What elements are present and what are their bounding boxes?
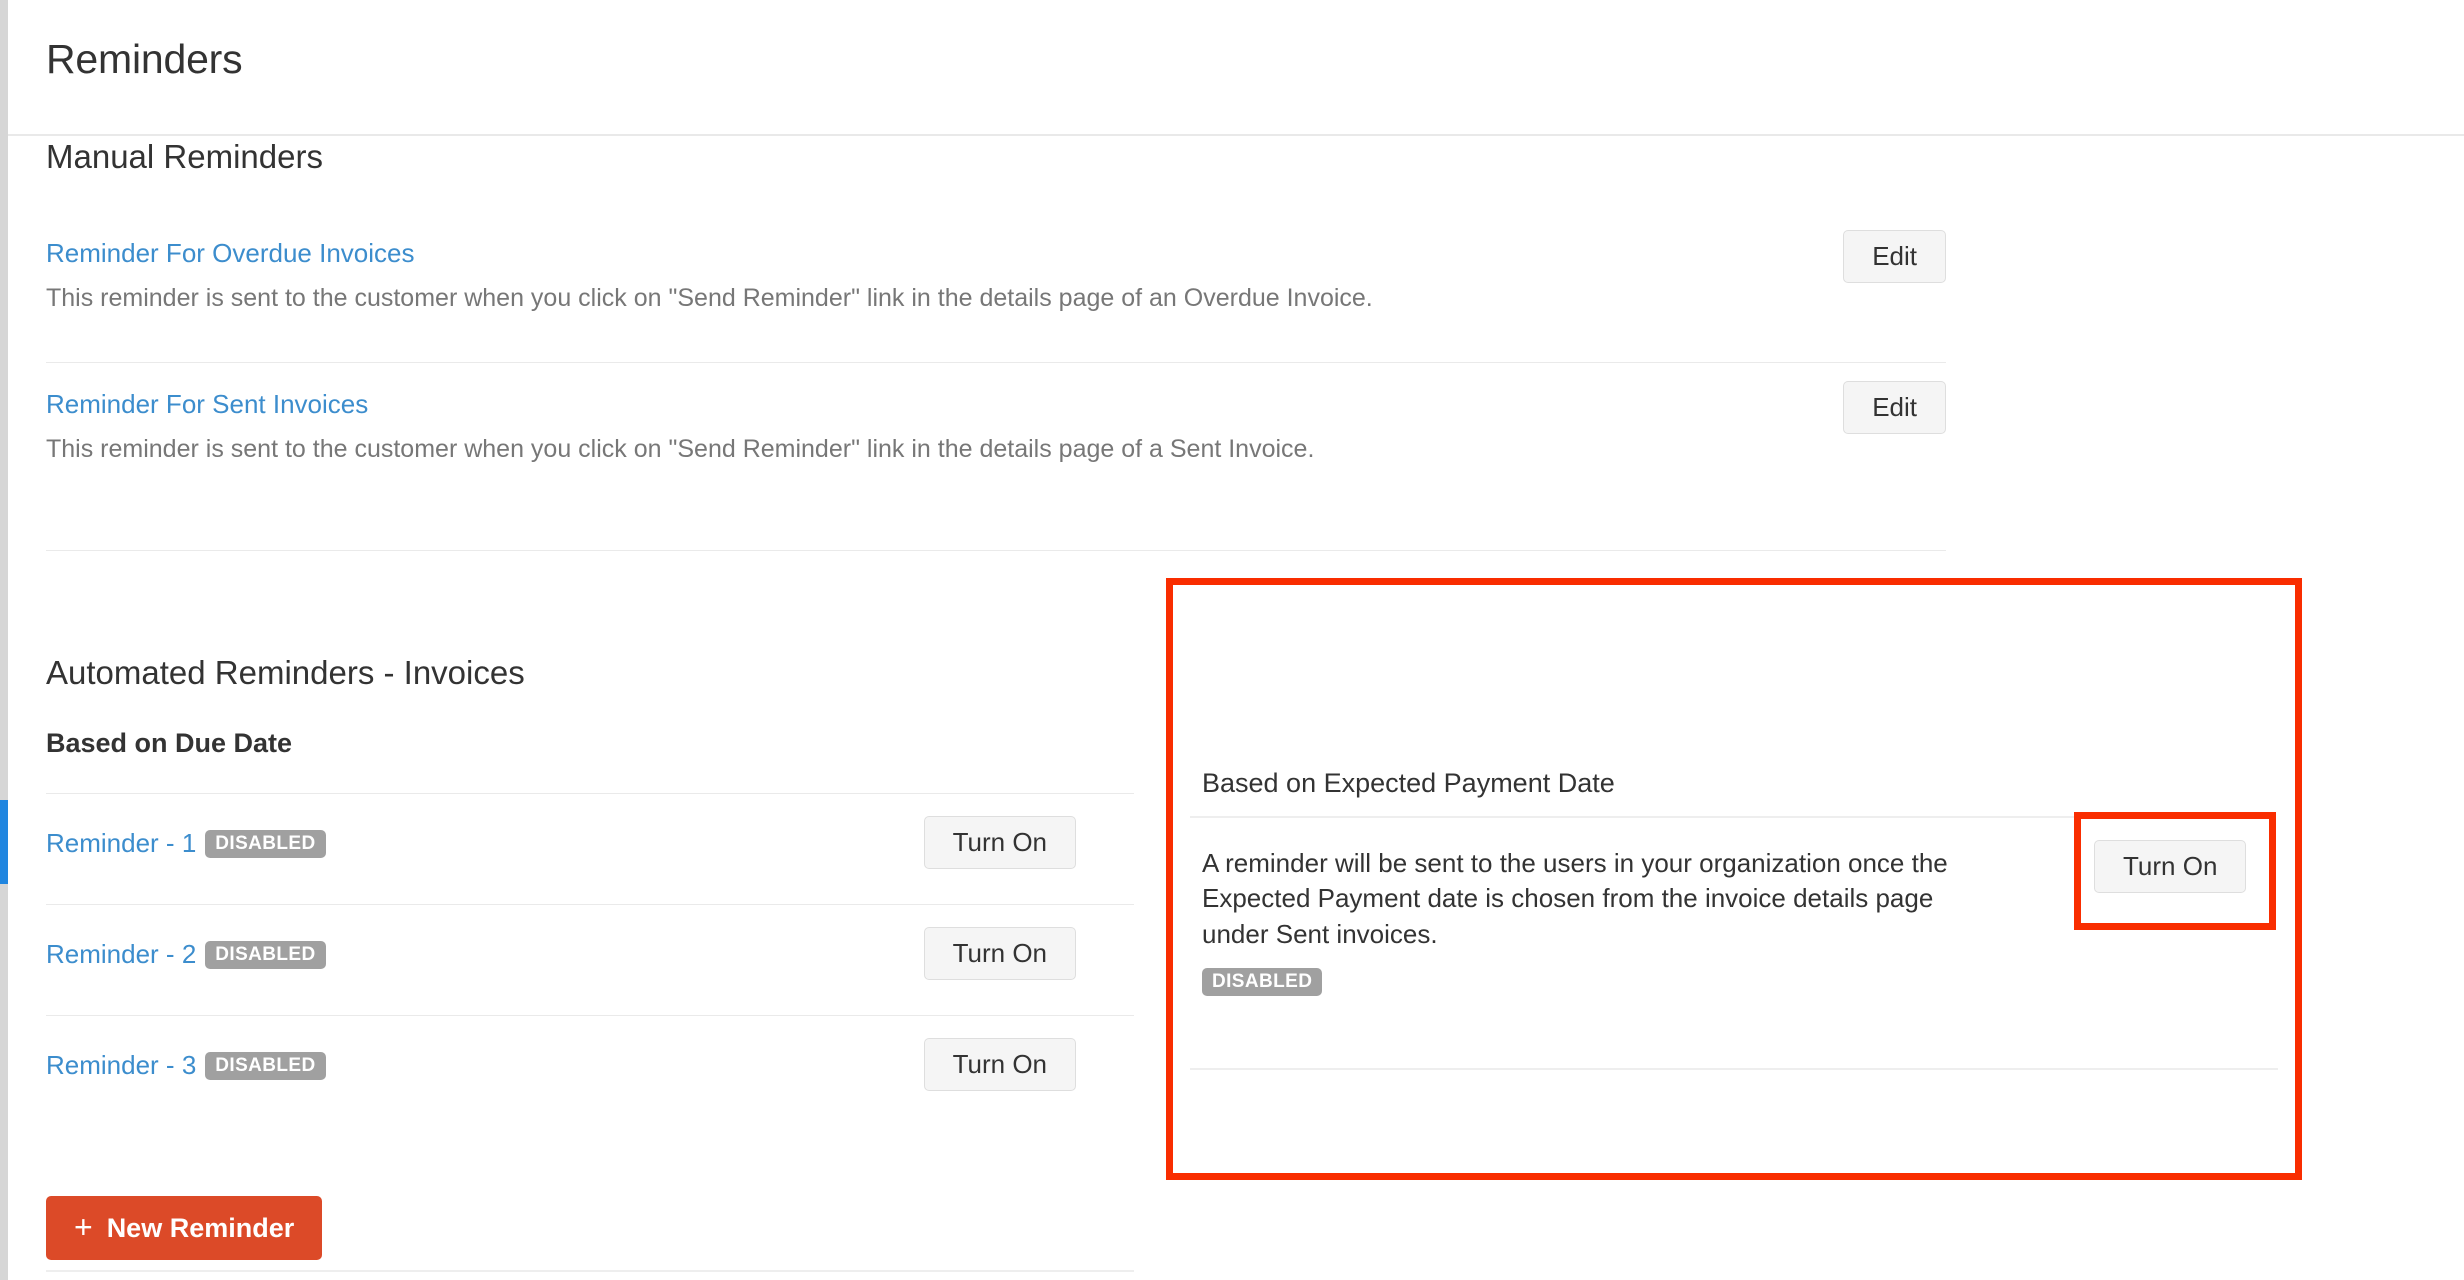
automated-reminders-list: Reminder - 1 DISABLED Turn On Reminder -… [46,793,1134,1126]
reminder-row-3: Reminder - 3 DISABLED Turn On [46,1015,1134,1126]
automated-reminders-heading: Automated Reminders - Invoices [46,654,525,691]
reminder-row-1: Reminder - 1 DISABLED Turn On [46,793,1134,904]
edit-button-overdue-wrap: Edit [1843,230,1946,283]
reminder-link-3[interactable]: Reminder - 3 [46,1050,196,1081]
expected-payment-status-wrap: DISABLED [1202,968,1323,996]
expected-payment-description: A reminder will be sent to the users in … [1202,848,1948,949]
new-reminder-button-label: New Reminder [106,1212,295,1243]
expected-payment-divider-bottom [1190,1068,2278,1070]
expected-payment-divider-top [1190,816,2230,818]
manual-reminder-description-sent: This reminder is sent to the customer wh… [46,435,1315,463]
automated-section-bottom-divider [46,1270,1134,1272]
reminder-row-2: Reminder - 2 DISABLED Turn On [46,904,1134,1015]
manual-section-divider [46,550,1946,551]
status-badge-reminder-3: DISABLED [205,1051,326,1080]
turn-on-button-1-wrap: Turn On [923,816,1076,869]
manual-reminder-row-sent: Reminder For Sent Invoices This reminder… [46,362,1946,513]
page-scrollbar-track[interactable] [0,0,8,1280]
status-badge-reminder-2: DISABLED [205,940,326,969]
manual-reminder-link-overdue[interactable]: Reminder For Overdue Invoices [46,238,414,269]
reminders-settings-page: Reminders Manual Reminders Reminder For … [0,0,2464,1280]
new-reminder-button[interactable]: + New Reminder [46,1196,323,1260]
reminder-row-2-label-group: Reminder - 2 DISABLED [46,939,326,970]
reminder-link-1[interactable]: Reminder - 1 [46,828,196,859]
plus-icon: + [74,1209,93,1245]
edit-button-sent[interactable]: Edit [1843,381,1946,434]
reminder-row-3-label-group: Reminder - 3 DISABLED [46,1050,326,1081]
turn-on-button-2-wrap: Turn On [923,927,1076,980]
turn-on-button-expected-payment[interactable]: Turn On [2094,840,2247,893]
edit-button-overdue[interactable]: Edit [1843,230,1946,283]
based-on-expected-payment-date-heading: Based on Expected Payment Date [1202,768,1615,798]
expected-payment-date-panel: Based on Expected Payment Date A reminde… [1166,578,2302,1180]
page-scrollbar-thumb[interactable] [0,800,8,884]
manual-reminder-description-overdue: This reminder is sent to the customer wh… [46,284,1373,312]
page-content: Manual Reminders Reminder For Overdue In… [8,138,2464,1280]
edit-button-sent-wrap: Edit [1843,381,1946,434]
status-badge-expected-payment: DISABLED [1202,968,1323,996]
turn-on-button-3-wrap: Turn On [923,1038,1076,1091]
turn-on-button-reminder-3[interactable]: Turn On [923,1038,1076,1091]
turn-on-button-reminder-2[interactable]: Turn On [923,927,1076,980]
turn-on-button-reminder-1[interactable]: Turn On [923,816,1076,869]
reminder-link-2[interactable]: Reminder - 2 [46,939,196,970]
status-badge-reminder-1: DISABLED [205,829,326,858]
manual-reminders-heading: Manual Reminders [46,138,323,175]
based-on-due-date-heading: Based on Due Date [46,728,293,758]
manual-reminder-link-sent[interactable]: Reminder For Sent Invoices [46,389,368,420]
page-header: Reminders [8,0,2464,136]
turn-on-button-expected-payment-wrap: Turn On [2094,840,2247,893]
page-title: Reminders [46,36,243,82]
manual-reminders-list: Reminder For Overdue Invoices This remin… [46,212,1946,513]
manual-reminder-row-overdue: Reminder For Overdue Invoices This remin… [46,212,1946,362]
reminder-row-1-label-group: Reminder - 1 DISABLED [46,828,326,859]
